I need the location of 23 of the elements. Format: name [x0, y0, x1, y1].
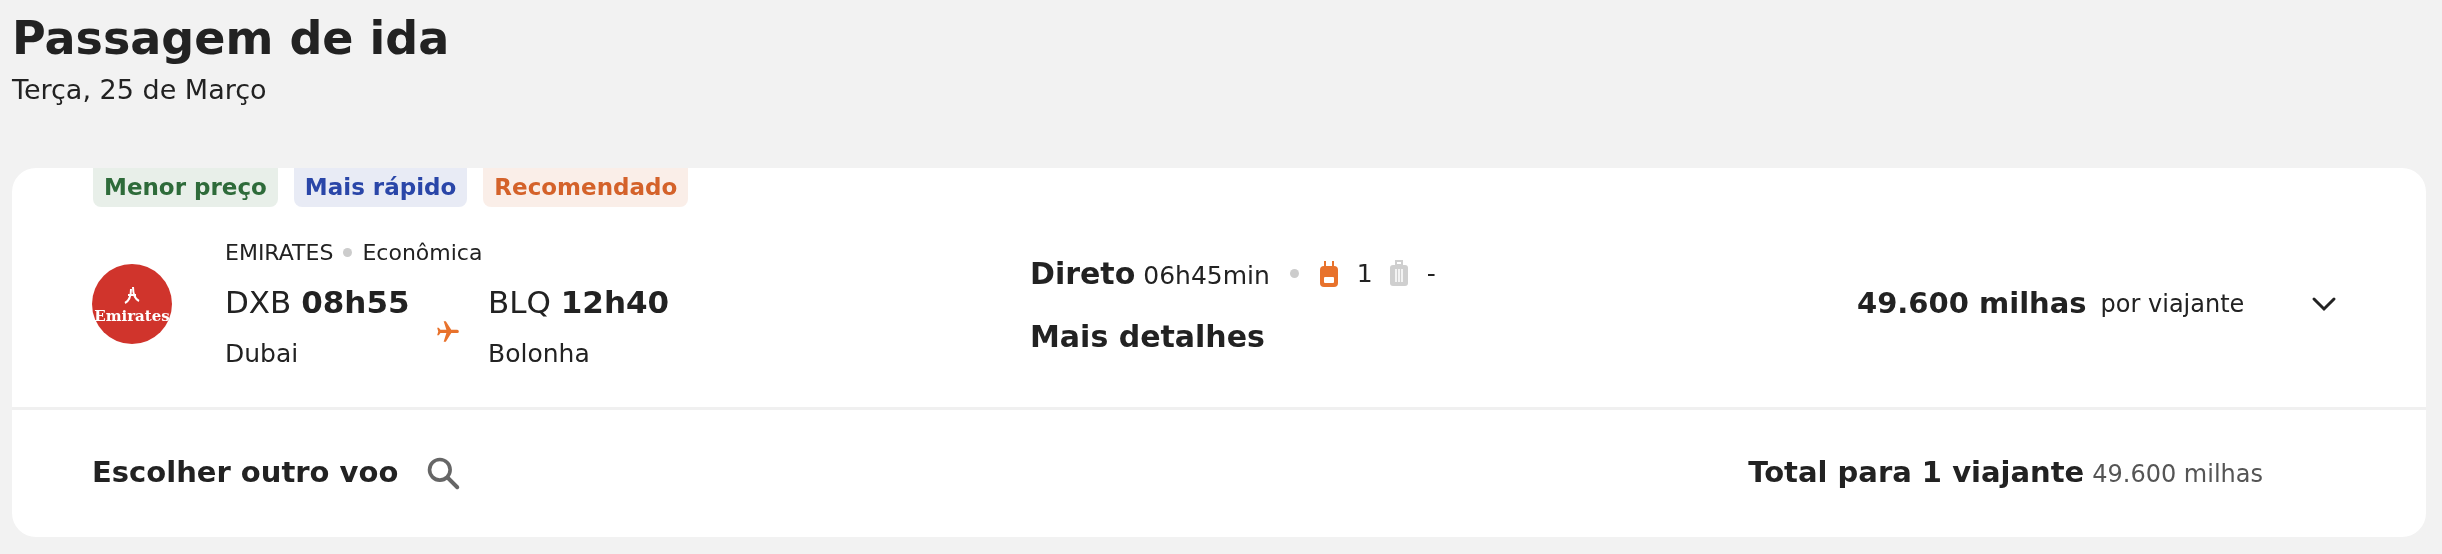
tag: Recomendado [483, 168, 689, 207]
departure-city: Dubai [225, 338, 299, 370]
airline-logo: Emirates [92, 264, 172, 344]
arrival-city: Bolonha [488, 338, 590, 370]
airplane-icon [435, 318, 461, 345]
page-title: Passagem de ida [12, 10, 450, 67]
cabin-class: Econômica [362, 238, 483, 267]
price: 49.600 milhas [1857, 285, 2087, 323]
bag-count: - [1426, 257, 1436, 290]
departure-time: DXB 08h55 [225, 282, 410, 322]
date-text: Terça, 25 de Março [12, 73, 267, 107]
total-label: Total para 1 viajante [1748, 453, 2085, 491]
arrival-time: BLQ 12h40 [488, 282, 670, 322]
airline-name: EMIRATES [225, 238, 334, 267]
price-note: por viajante [2100, 289, 2245, 320]
total-value: 49.600 milhas [2092, 458, 2263, 490]
bag-count: 1 [1356, 257, 1373, 290]
tag: Menor preço [93, 168, 278, 207]
chevron-icon [2311, 296, 2338, 312]
tag: Mais rápido [293, 168, 468, 207]
flight-duration: Direto 06h45min [1030, 255, 1270, 293]
details-link[interactable]: Mais detalhes [1030, 314, 1265, 359]
choose-other-flight-button[interactable]: Escolher outro voo [92, 450, 463, 495]
